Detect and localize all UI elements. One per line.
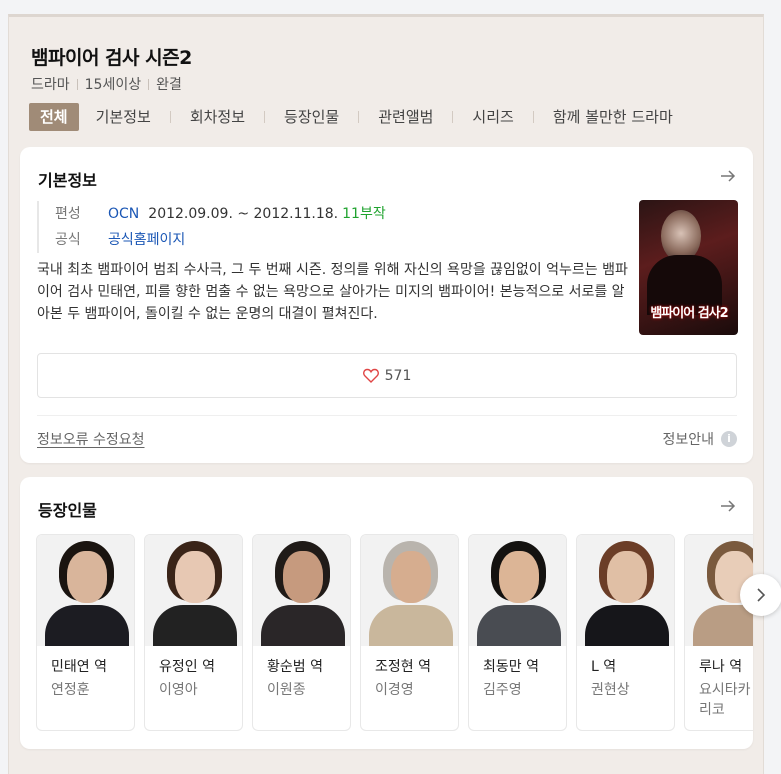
status-label: 완결 <box>156 77 182 93</box>
tab-divider <box>264 111 266 123</box>
photo-face <box>175 551 215 603</box>
official-homepage-link[interactable]: 공식홈페이지 <box>108 227 185 253</box>
poster-title: 뱀파이어 검사2 <box>650 306 728 321</box>
tab-bar: 전체 기본정보 회차정보 등장인물 관련앨범 시리즈 함께 볼만한 드라마 <box>29 103 684 131</box>
cast-role: 루나 역 <box>699 659 743 675</box>
cast-role: 조정현 역 <box>375 659 431 675</box>
tab-cast[interactable]: 등장인물 <box>273 103 350 131</box>
cast-photo <box>37 535 134 646</box>
cast-role: 최동만 역 <box>483 659 539 675</box>
channel-link[interactable]: OCN <box>108 201 139 227</box>
tab-all[interactable]: 전체 <box>29 103 79 131</box>
cast-actor: 이원종 <box>267 682 306 698</box>
divider <box>37 415 737 416</box>
photo-body <box>261 605 345 646</box>
meta-divider <box>148 78 150 90</box>
cast-role: 황순범 역 <box>267 659 323 675</box>
cast-actor: 연정훈 <box>51 682 90 698</box>
cast-photo <box>253 535 350 646</box>
cast-member-card[interactable]: 조정현 역이경영 <box>360 534 459 731</box>
cast-actor: 이영아 <box>159 682 198 698</box>
meta-info: 드라마 15세이상 완결 <box>31 74 182 94</box>
meta-divider <box>76 78 78 90</box>
tab-divider <box>358 111 360 123</box>
photo-face <box>283 551 323 603</box>
cast-role: 민태연 역 <box>51 659 107 675</box>
poster-image[interactable]: 뱀파이어 검사2 <box>639 200 738 335</box>
synopsis: 국내 최초 뱀파이어 범죄 수사극, 그 두 번째 시즌. 정의를 위해 자신의… <box>37 262 628 322</box>
photo-body <box>153 605 237 646</box>
chevron-right-icon <box>757 588 766 602</box>
cast-list: 민태연 역 연정훈 유정인 역 이영아 황순범 역 이원종 조정현 역 이경영 최동만 역 김주영… <box>36 534 753 734</box>
genre-label: 드라마 <box>31 77 70 93</box>
cast-photo <box>469 535 566 646</box>
broadcast-row: 편성 OCN 2012.09.09. ~ 2012.11.18. 11부작 <box>55 201 386 227</box>
cast-actor: 요시타카 유리코 <box>699 682 753 718</box>
tab-albums[interactable]: 관련앨범 <box>367 103 444 131</box>
cast-actor: 김주영 <box>483 682 522 698</box>
tab-divider <box>532 111 534 123</box>
info-icon: i <box>721 431 737 447</box>
cast-actor: 권현상 <box>591 682 630 698</box>
photo-body <box>693 605 753 646</box>
cast-member-card[interactable]: 민태연 역연정훈 <box>36 534 135 731</box>
tab-similar-dramas[interactable]: 함께 볼만한 드라마 <box>542 103 684 131</box>
broadcast-key: 편성 <box>55 206 81 222</box>
tab-basic-info[interactable]: 기본정보 <box>85 103 162 131</box>
like-count: 571 <box>384 367 412 384</box>
photo-body <box>369 605 453 646</box>
cast-member-card[interactable]: 루나 역요시타카 유리코 <box>684 534 753 731</box>
photo-face <box>67 551 107 603</box>
page-title: 뱀파이어 검사 시즌2 <box>31 47 192 69</box>
official-key: 공식 <box>55 232 81 248</box>
cast-photo <box>361 535 458 646</box>
arrow-right-icon[interactable] <box>719 167 737 185</box>
tab-divider <box>452 111 454 123</box>
cast-member-card[interactable]: L 역권현상 <box>576 534 675 731</box>
photo-body <box>45 605 129 646</box>
age-rating-label: 15세이상 <box>84 77 142 93</box>
heart-icon <box>362 368 379 383</box>
cast-card: 등장인물 민태연 역 연정훈 유정인 역 이영아 황순범 역 이원종 조정현 역 이경영 최동만… <box>20 477 753 749</box>
basic-info-card: 기본정보 편성 OCN 2012.09.09. ~ 2012.11.18. 11… <box>20 147 753 463</box>
episode-count: 11부작 <box>342 206 386 222</box>
info-guide-label: 정보안내 <box>662 432 714 448</box>
tab-series[interactable]: 시리즈 <box>461 103 524 131</box>
info-table: 편성 OCN 2012.09.09. ~ 2012.11.18. 11부작 공식… <box>37 201 386 253</box>
photo-face <box>499 551 539 603</box>
tab-episodes[interactable]: 회차정보 <box>179 103 256 131</box>
photo-face <box>391 551 431 603</box>
cast-actor: 이경영 <box>375 682 414 698</box>
cast-member-card[interactable]: 유정인 역이영아 <box>144 534 243 731</box>
cast-role: 유정인 역 <box>159 659 215 675</box>
drama-panel: 뱀파이어 검사 시즌2 드라마 15세이상 완결 전체 기본정보 회차정보 등장… <box>8 14 781 774</box>
basic-info-title: 기본정보 <box>38 171 97 190</box>
tab-divider <box>169 111 171 123</box>
cast-member-card[interactable]: 황순범 역이원종 <box>252 534 351 731</box>
photo-body <box>585 605 669 646</box>
cast-title: 등장인물 <box>38 501 97 520</box>
cast-member-card[interactable]: 최동만 역김주영 <box>468 534 567 731</box>
photo-face <box>607 551 647 603</box>
official-row: 공식 공식홈페이지 <box>55 227 386 253</box>
cast-photo <box>145 535 242 646</box>
report-error-link[interactable]: 정보오류 수정요청 <box>37 429 145 449</box>
photo-body <box>477 605 561 646</box>
cast-photo <box>577 535 674 646</box>
like-button[interactable]: 571 <box>37 353 737 398</box>
next-button[interactable] <box>740 574 781 616</box>
cast-role: L 역 <box>591 659 617 675</box>
arrow-right-icon[interactable] <box>719 497 737 515</box>
broadcast-dates: 2012.09.09. ~ 2012.11.18. <box>148 206 339 222</box>
info-guide-button[interactable]: 정보안내 i <box>662 429 737 449</box>
